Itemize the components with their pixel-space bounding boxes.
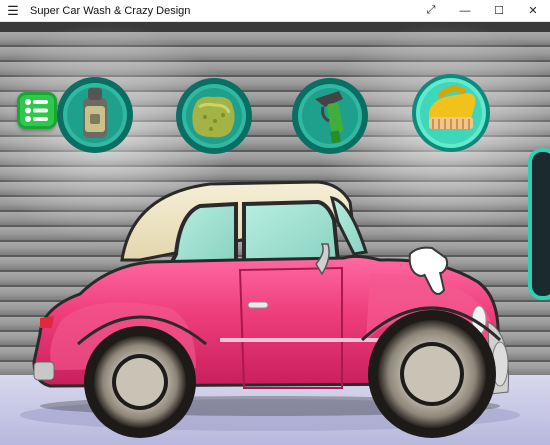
title-bar: ☰ Super Car Wash & Crazy Design ⤢ — ☐ ✕: [0, 0, 550, 22]
car[interactable]: [0, 22, 550, 445]
maximize-icon[interactable]: ☐: [482, 0, 516, 22]
hamburger-icon[interactable]: ☰: [0, 0, 26, 22]
window-controls: ⤢ — ☐ ✕: [414, 0, 550, 22]
minimize-icon[interactable]: —: [448, 0, 482, 22]
front-wheel: [368, 310, 496, 438]
fullscreen-icon[interactable]: ⤢: [414, 0, 448, 22]
rear-wheel: [84, 326, 196, 438]
window-title: Super Car Wash & Crazy Design: [30, 4, 191, 17]
game-scene: [0, 22, 550, 445]
close-icon[interactable]: ✕: [516, 0, 550, 22]
app-window: ☰ Super Car Wash & Crazy Design ⤢ — ☐ ✕: [0, 0, 550, 445]
